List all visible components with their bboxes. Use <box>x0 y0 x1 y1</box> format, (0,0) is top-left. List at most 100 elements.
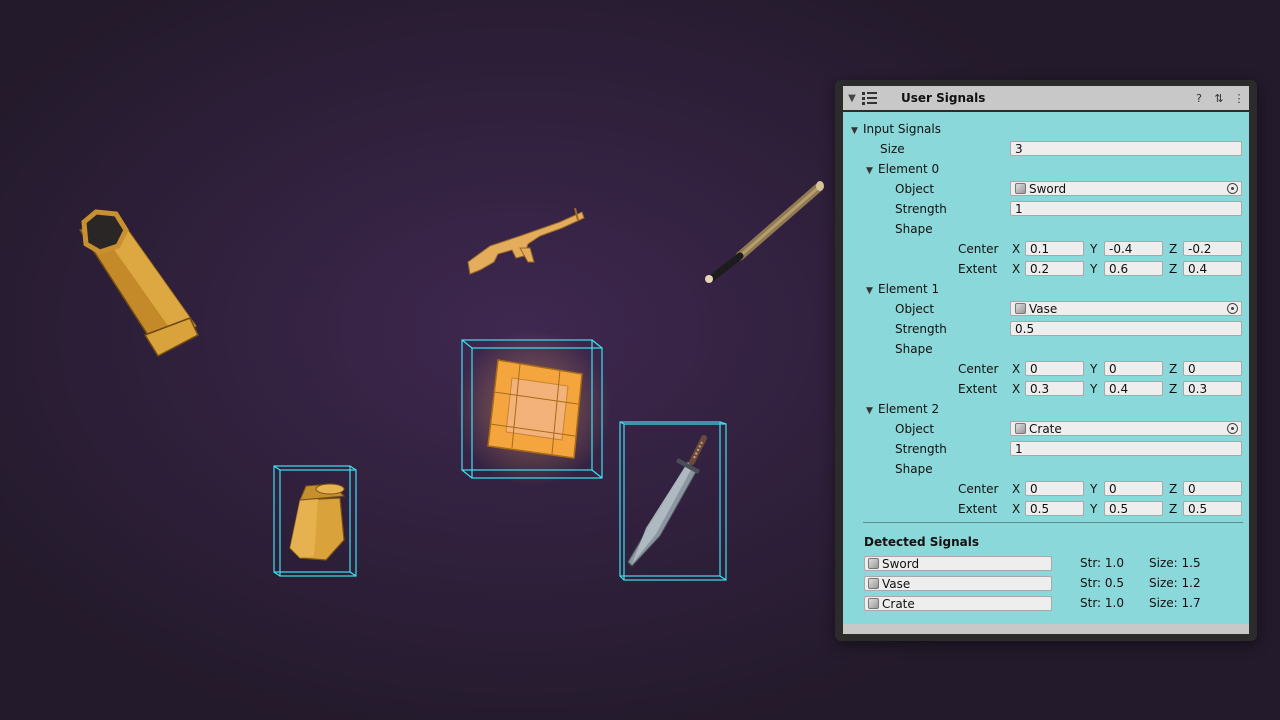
shape-label: Shape <box>895 462 933 476</box>
detected-size: Size: 1.2 <box>1149 576 1201 590</box>
axis-z-label: Z <box>1169 262 1178 276</box>
center-y-field-1[interactable]: 0 <box>1104 361 1163 376</box>
strength-label: Strength <box>895 442 947 456</box>
axis-x-label: X <box>1012 242 1021 256</box>
divider <box>863 522 1243 523</box>
element-1-foldout[interactable]: ▼ Element 1 <box>866 280 939 298</box>
help-icon[interactable]: ? <box>1189 92 1209 105</box>
extent-y-field-0[interactable]: 0.6 <box>1104 261 1163 276</box>
center-z-field-0[interactable]: -0.2 <box>1183 241 1242 256</box>
extent-x-field-0[interactable]: 0.2 <box>1025 261 1084 276</box>
axis-z-label: Z <box>1169 482 1178 496</box>
strength-label: Strength <box>895 322 947 336</box>
center-y-field-0[interactable]: -0.4 <box>1104 241 1163 256</box>
detected-strength: Str: 1.0 <box>1080 556 1124 570</box>
inspector-body: ▼ Input Signals Size 3 ▼ Element 0 Object Sw… <box>843 112 1249 624</box>
telescope-object[interactable] <box>78 209 199 357</box>
detected-signals-label: Detected Signals <box>864 535 979 549</box>
window-title: User Signals <box>901 91 986 105</box>
cube-icon <box>868 598 879 609</box>
center-y-field-2[interactable]: 0 <box>1104 481 1163 496</box>
center-label: Center <box>958 242 999 256</box>
cube-icon <box>1015 423 1026 434</box>
object-picker-icon[interactable] <box>1227 303 1238 314</box>
axis-y-label: Y <box>1090 242 1098 256</box>
shape-label: Shape <box>895 222 933 236</box>
strength-field-0[interactable]: 1 <box>1010 201 1242 216</box>
extent-z-field-0[interactable]: 0.4 <box>1183 261 1242 276</box>
crate-object[interactable] <box>455 330 611 486</box>
extent-label: Extent <box>958 502 998 516</box>
object-picker-icon[interactable] <box>1227 423 1238 434</box>
extent-z-field-1[interactable]: 0.3 <box>1183 381 1242 396</box>
axis-y-label: Y <box>1090 362 1098 376</box>
axis-x-label: X <box>1012 362 1021 376</box>
fold-arrow-icon[interactable]: ▼ <box>866 282 878 300</box>
sword-object[interactable] <box>627 435 707 567</box>
axis-y-label: Y <box>1090 262 1098 276</box>
axis-y-label: Y <box>1090 502 1098 516</box>
inspector-window: ▼ User Signals ? ⇅ ⋮ ▼ Input Signals Size… <box>835 80 1257 641</box>
list-icon <box>861 90 881 106</box>
center-x-field-1[interactable]: 0 <box>1025 361 1084 376</box>
input-signals-foldout[interactable]: ▼ Input Signals <box>851 120 941 138</box>
detected-object-field-1[interactable]: Vase <box>864 576 1052 591</box>
strength-field-1[interactable]: 0.5 <box>1010 321 1242 336</box>
fold-arrow-icon[interactable]: ▼ <box>843 93 861 104</box>
vase-object[interactable] <box>289 483 346 561</box>
detected-object-field-2[interactable]: Crate <box>864 596 1052 611</box>
window-header: ▼ User Signals ? ⇅ ⋮ <box>843 86 1249 110</box>
size-field[interactable]: 3 <box>1010 141 1242 156</box>
element-2-foldout[interactable]: ▼ Element 2 <box>866 400 939 418</box>
extent-z-field-2[interactable]: 0.5 <box>1183 501 1242 516</box>
axis-x-label: X <box>1012 502 1021 516</box>
object-field-0[interactable]: Sword <box>1010 181 1242 196</box>
center-label: Center <box>958 482 999 496</box>
detected-size: Size: 1.5 <box>1149 556 1201 570</box>
fold-arrow-icon[interactable]: ▼ <box>851 122 863 140</box>
rifle-object[interactable] <box>467 207 585 275</box>
axis-x-label: X <box>1012 382 1021 396</box>
strength-field-2[interactable]: 1 <box>1010 441 1242 456</box>
axis-x-label: X <box>1012 482 1021 496</box>
cube-icon <box>868 578 879 589</box>
element-0-foldout[interactable]: ▼ Element 0 <box>866 160 939 178</box>
detected-object-field-0[interactable]: Sword <box>864 556 1052 571</box>
axis-z-label: Z <box>1169 242 1178 256</box>
detected-size: Size: 1.7 <box>1149 596 1201 610</box>
axis-z-label: Z <box>1169 502 1178 516</box>
detected-strength: Str: 1.0 <box>1080 596 1124 610</box>
axis-x-label: X <box>1012 262 1021 276</box>
settings-icon[interactable]: ⇅ <box>1209 92 1229 105</box>
cube-icon <box>1015 183 1026 194</box>
center-z-field-2[interactable]: 0 <box>1183 481 1242 496</box>
center-z-field-1[interactable]: 0 <box>1183 361 1242 376</box>
fold-arrow-icon[interactable]: ▼ <box>866 162 878 180</box>
axis-y-label: Y <box>1090 482 1098 496</box>
object-label: Object <box>895 422 935 436</box>
fold-arrow-icon[interactable]: ▼ <box>866 402 878 420</box>
center-label: Center <box>958 362 999 376</box>
object-field-2[interactable]: Crate <box>1010 421 1242 436</box>
window-footer <box>843 624 1249 634</box>
axis-z-label: Z <box>1169 362 1178 376</box>
object-field-1[interactable]: Vase <box>1010 301 1242 316</box>
cube-icon <box>1015 303 1026 314</box>
object-label: Object <box>895 182 935 196</box>
bat-object[interactable] <box>705 181 824 283</box>
extent-label: Extent <box>958 262 998 276</box>
axis-z-label: Z <box>1169 382 1178 396</box>
strength-label: Strength <box>895 202 947 216</box>
axis-y-label: Y <box>1090 382 1098 396</box>
extent-y-field-1[interactable]: 0.4 <box>1104 381 1163 396</box>
extent-x-field-2[interactable]: 0.5 <box>1025 501 1084 516</box>
detected-strength: Str: 0.5 <box>1080 576 1124 590</box>
more-icon[interactable]: ⋮ <box>1229 92 1249 105</box>
center-x-field-0[interactable]: 0.1 <box>1025 241 1084 256</box>
extent-x-field-1[interactable]: 0.3 <box>1025 381 1084 396</box>
object-label: Object <box>895 302 935 316</box>
center-x-field-2[interactable]: 0 <box>1025 481 1084 496</box>
extent-y-field-2[interactable]: 0.5 <box>1104 501 1163 516</box>
object-picker-icon[interactable] <box>1227 183 1238 194</box>
size-label: Size <box>880 142 905 156</box>
